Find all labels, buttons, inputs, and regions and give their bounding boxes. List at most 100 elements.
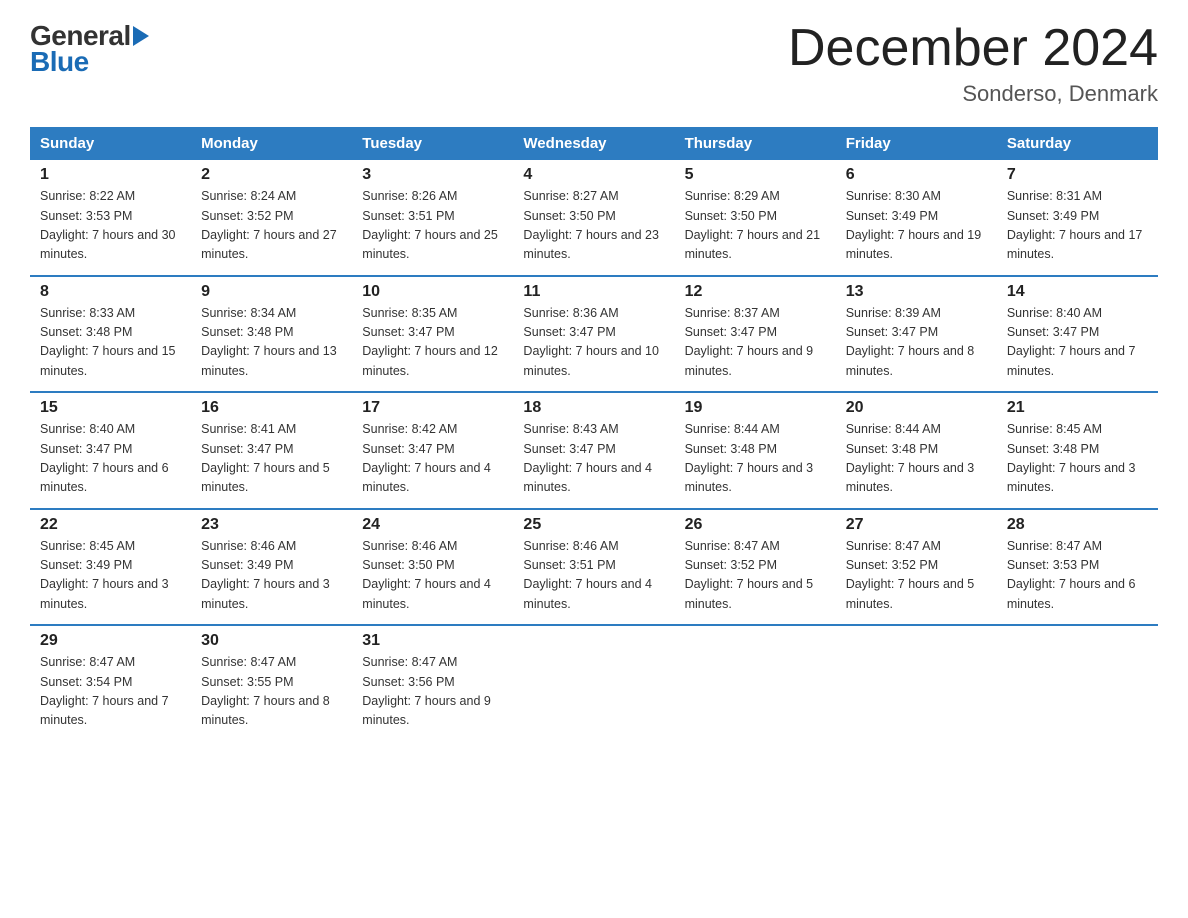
day-info: Sunrise: 8:45 AM Sunset: 3:49 PM Dayligh… [40, 537, 181, 615]
table-row: 4 Sunrise: 8:27 AM Sunset: 3:50 PM Dayli… [513, 160, 674, 276]
day-number: 17 [362, 399, 503, 417]
table-row: 17 Sunrise: 8:42 AM Sunset: 3:47 PM Dayl… [352, 392, 513, 509]
day-info: Sunrise: 8:29 AM Sunset: 3:50 PM Dayligh… [685, 187, 826, 265]
calendar-header-row: Sunday Monday Tuesday Wednesday Thursday… [30, 127, 1158, 160]
day-info: Sunrise: 8:39 AM Sunset: 3:47 PM Dayligh… [846, 304, 987, 382]
table-row: 6 Sunrise: 8:30 AM Sunset: 3:49 PM Dayli… [836, 160, 997, 276]
day-number: 19 [685, 399, 826, 417]
day-number: 3 [362, 166, 503, 184]
day-number: 31 [362, 632, 503, 650]
calendar-week-row: 8 Sunrise: 8:33 AM Sunset: 3:48 PM Dayli… [30, 276, 1158, 393]
day-info: Sunrise: 8:36 AM Sunset: 3:47 PM Dayligh… [523, 304, 664, 382]
table-row: 23 Sunrise: 8:46 AM Sunset: 3:49 PM Dayl… [191, 509, 352, 626]
page-header: General Blue December 2024 Sonderso, Den… [30, 20, 1158, 107]
day-number: 16 [201, 399, 342, 417]
table-row: 3 Sunrise: 8:26 AM Sunset: 3:51 PM Dayli… [352, 160, 513, 276]
header-sunday: Sunday [30, 127, 191, 160]
day-number: 23 [201, 516, 342, 534]
table-row: 25 Sunrise: 8:46 AM Sunset: 3:51 PM Dayl… [513, 509, 674, 626]
table-row: 15 Sunrise: 8:40 AM Sunset: 3:47 PM Dayl… [30, 392, 191, 509]
day-number: 28 [1007, 516, 1148, 534]
day-info: Sunrise: 8:33 AM Sunset: 3:48 PM Dayligh… [40, 304, 181, 382]
day-number: 7 [1007, 166, 1148, 184]
logo-blue: Blue [30, 46, 89, 78]
day-info: Sunrise: 8:47 AM Sunset: 3:53 PM Dayligh… [1007, 537, 1148, 615]
table-row: 12 Sunrise: 8:37 AM Sunset: 3:47 PM Dayl… [675, 276, 836, 393]
day-number: 1 [40, 166, 181, 184]
table-row: 28 Sunrise: 8:47 AM Sunset: 3:53 PM Dayl… [997, 509, 1158, 626]
day-number: 26 [685, 516, 826, 534]
day-info: Sunrise: 8:45 AM Sunset: 3:48 PM Dayligh… [1007, 420, 1148, 498]
day-number: 4 [523, 166, 664, 184]
day-info: Sunrise: 8:40 AM Sunset: 3:47 PM Dayligh… [40, 420, 181, 498]
day-number: 24 [362, 516, 503, 534]
table-row: 30 Sunrise: 8:47 AM Sunset: 3:55 PM Dayl… [191, 625, 352, 741]
day-info: Sunrise: 8:44 AM Sunset: 3:48 PM Dayligh… [685, 420, 826, 498]
table-row: 8 Sunrise: 8:33 AM Sunset: 3:48 PM Dayli… [30, 276, 191, 393]
table-row [675, 625, 836, 741]
table-row: 31 Sunrise: 8:47 AM Sunset: 3:56 PM Dayl… [352, 625, 513, 741]
table-row: 27 Sunrise: 8:47 AM Sunset: 3:52 PM Dayl… [836, 509, 997, 626]
header-saturday: Saturday [997, 127, 1158, 160]
day-info: Sunrise: 8:46 AM Sunset: 3:50 PM Dayligh… [362, 537, 503, 615]
table-row: 19 Sunrise: 8:44 AM Sunset: 3:48 PM Dayl… [675, 392, 836, 509]
day-number: 12 [685, 283, 826, 301]
header-friday: Friday [836, 127, 997, 160]
day-info: Sunrise: 8:24 AM Sunset: 3:52 PM Dayligh… [201, 187, 342, 265]
table-row: 22 Sunrise: 8:45 AM Sunset: 3:49 PM Dayl… [30, 509, 191, 626]
table-row: 5 Sunrise: 8:29 AM Sunset: 3:50 PM Dayli… [675, 160, 836, 276]
day-number: 2 [201, 166, 342, 184]
header-tuesday: Tuesday [352, 127, 513, 160]
table-row: 24 Sunrise: 8:46 AM Sunset: 3:50 PM Dayl… [352, 509, 513, 626]
table-row: 10 Sunrise: 8:35 AM Sunset: 3:47 PM Dayl… [352, 276, 513, 393]
logo: General Blue [30, 20, 149, 78]
day-info: Sunrise: 8:22 AM Sunset: 3:53 PM Dayligh… [40, 187, 181, 265]
day-info: Sunrise: 8:47 AM Sunset: 3:52 PM Dayligh… [846, 537, 987, 615]
day-info: Sunrise: 8:30 AM Sunset: 3:49 PM Dayligh… [846, 187, 987, 265]
table-row: 1 Sunrise: 8:22 AM Sunset: 3:53 PM Dayli… [30, 160, 191, 276]
day-number: 8 [40, 283, 181, 301]
table-row: 21 Sunrise: 8:45 AM Sunset: 3:48 PM Dayl… [997, 392, 1158, 509]
calendar-week-row: 15 Sunrise: 8:40 AM Sunset: 3:47 PM Dayl… [30, 392, 1158, 509]
header-monday: Monday [191, 127, 352, 160]
day-info: Sunrise: 8:26 AM Sunset: 3:51 PM Dayligh… [362, 187, 503, 265]
calendar-week-row: 29 Sunrise: 8:47 AM Sunset: 3:54 PM Dayl… [30, 625, 1158, 741]
table-row: 9 Sunrise: 8:34 AM Sunset: 3:48 PM Dayli… [191, 276, 352, 393]
day-info: Sunrise: 8:40 AM Sunset: 3:47 PM Dayligh… [1007, 304, 1148, 382]
day-number: 18 [523, 399, 664, 417]
day-info: Sunrise: 8:35 AM Sunset: 3:47 PM Dayligh… [362, 304, 503, 382]
table-row: 11 Sunrise: 8:36 AM Sunset: 3:47 PM Dayl… [513, 276, 674, 393]
day-number: 10 [362, 283, 503, 301]
day-info: Sunrise: 8:42 AM Sunset: 3:47 PM Dayligh… [362, 420, 503, 498]
table-row [997, 625, 1158, 741]
day-number: 21 [1007, 399, 1148, 417]
table-row: 7 Sunrise: 8:31 AM Sunset: 3:49 PM Dayli… [997, 160, 1158, 276]
day-info: Sunrise: 8:46 AM Sunset: 3:49 PM Dayligh… [201, 537, 342, 615]
day-number: 25 [523, 516, 664, 534]
day-number: 27 [846, 516, 987, 534]
calendar-week-row: 1 Sunrise: 8:22 AM Sunset: 3:53 PM Dayli… [30, 160, 1158, 276]
table-row: 14 Sunrise: 8:40 AM Sunset: 3:47 PM Dayl… [997, 276, 1158, 393]
calendar-week-row: 22 Sunrise: 8:45 AM Sunset: 3:49 PM Dayl… [30, 509, 1158, 626]
table-row: 13 Sunrise: 8:39 AM Sunset: 3:47 PM Dayl… [836, 276, 997, 393]
day-info: Sunrise: 8:47 AM Sunset: 3:54 PM Dayligh… [40, 653, 181, 731]
day-info: Sunrise: 8:41 AM Sunset: 3:47 PM Dayligh… [201, 420, 342, 498]
table-row: 2 Sunrise: 8:24 AM Sunset: 3:52 PM Dayli… [191, 160, 352, 276]
day-info: Sunrise: 8:34 AM Sunset: 3:48 PM Dayligh… [201, 304, 342, 382]
month-title: December 2024 [788, 20, 1158, 77]
day-info: Sunrise: 8:47 AM Sunset: 3:56 PM Dayligh… [362, 653, 503, 731]
title-block: December 2024 Sonderso, Denmark [788, 20, 1158, 107]
day-number: 5 [685, 166, 826, 184]
day-info: Sunrise: 8:31 AM Sunset: 3:49 PM Dayligh… [1007, 187, 1148, 265]
table-row: 29 Sunrise: 8:47 AM Sunset: 3:54 PM Dayl… [30, 625, 191, 741]
table-row [836, 625, 997, 741]
day-number: 15 [40, 399, 181, 417]
table-row: 18 Sunrise: 8:43 AM Sunset: 3:47 PM Dayl… [513, 392, 674, 509]
day-number: 13 [846, 283, 987, 301]
day-number: 6 [846, 166, 987, 184]
table-row: 20 Sunrise: 8:44 AM Sunset: 3:48 PM Dayl… [836, 392, 997, 509]
day-info: Sunrise: 8:47 AM Sunset: 3:52 PM Dayligh… [685, 537, 826, 615]
table-row: 16 Sunrise: 8:41 AM Sunset: 3:47 PM Dayl… [191, 392, 352, 509]
day-number: 20 [846, 399, 987, 417]
calendar-table: Sunday Monday Tuesday Wednesday Thursday… [30, 127, 1158, 741]
